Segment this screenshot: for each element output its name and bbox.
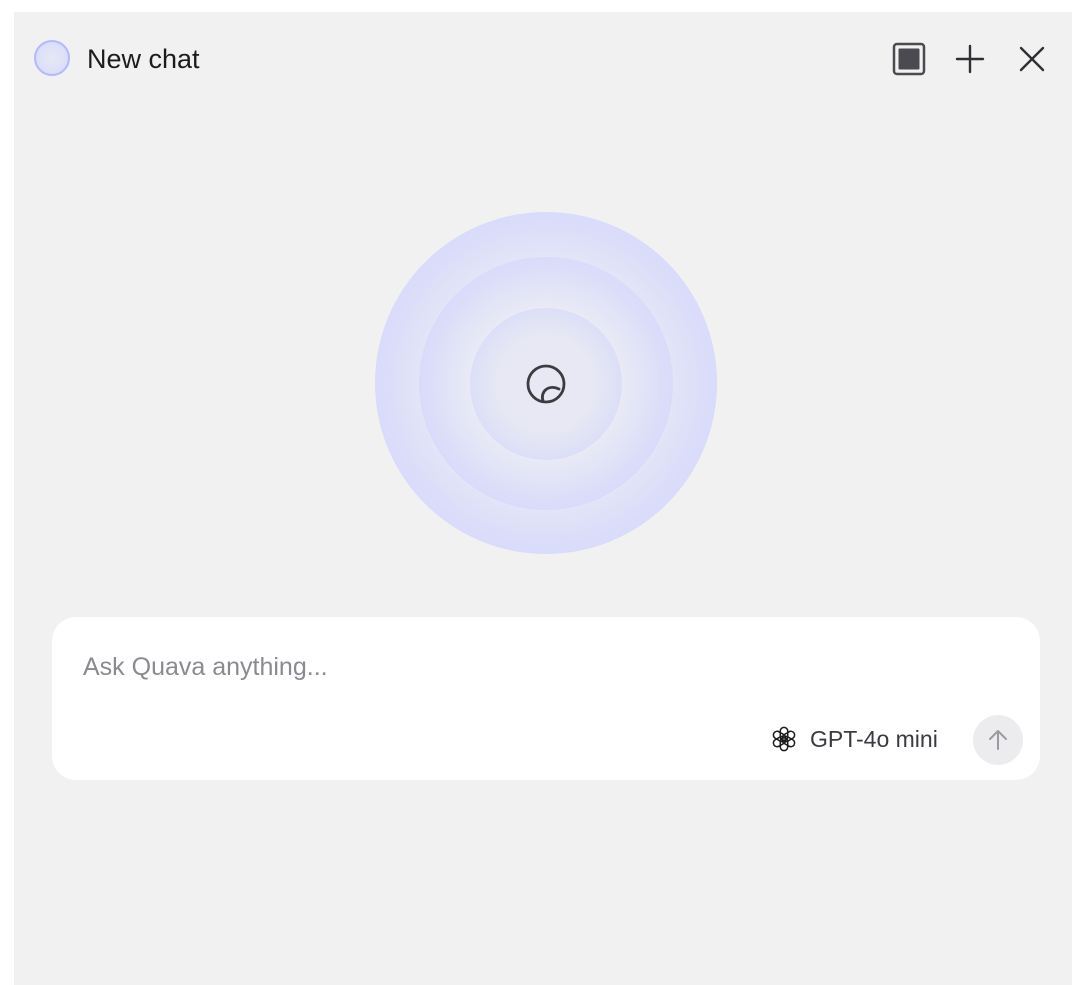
close-button[interactable] [1013, 40, 1051, 78]
layout-toggle-button[interactable] [890, 40, 928, 78]
page-title: New chat [87, 44, 200, 74]
message-input[interactable] [83, 647, 1003, 687]
close-icon [1019, 46, 1045, 72]
chat-avatar-icon [34, 40, 70, 76]
send-button[interactable] [973, 715, 1023, 765]
openai-logo-icon [772, 726, 796, 752]
new-chat-button[interactable] [951, 40, 989, 78]
message-composer: GPT-4o mini [52, 617, 1040, 780]
chat-header: New chat [14, 12, 1072, 108]
quava-logo-icon [526, 364, 566, 404]
sidebar-toggle-icon [892, 42, 926, 76]
hero-illustration [375, 212, 717, 554]
model-selector[interactable]: GPT-4o mini [770, 723, 938, 755]
plus-icon [955, 44, 985, 74]
chat-panel: New chat Ask Quava anything... GPT-4o mi… [14, 12, 1072, 985]
model-label: GPT-4o mini [810, 725, 938, 752]
arrow-up-icon [989, 730, 1007, 750]
